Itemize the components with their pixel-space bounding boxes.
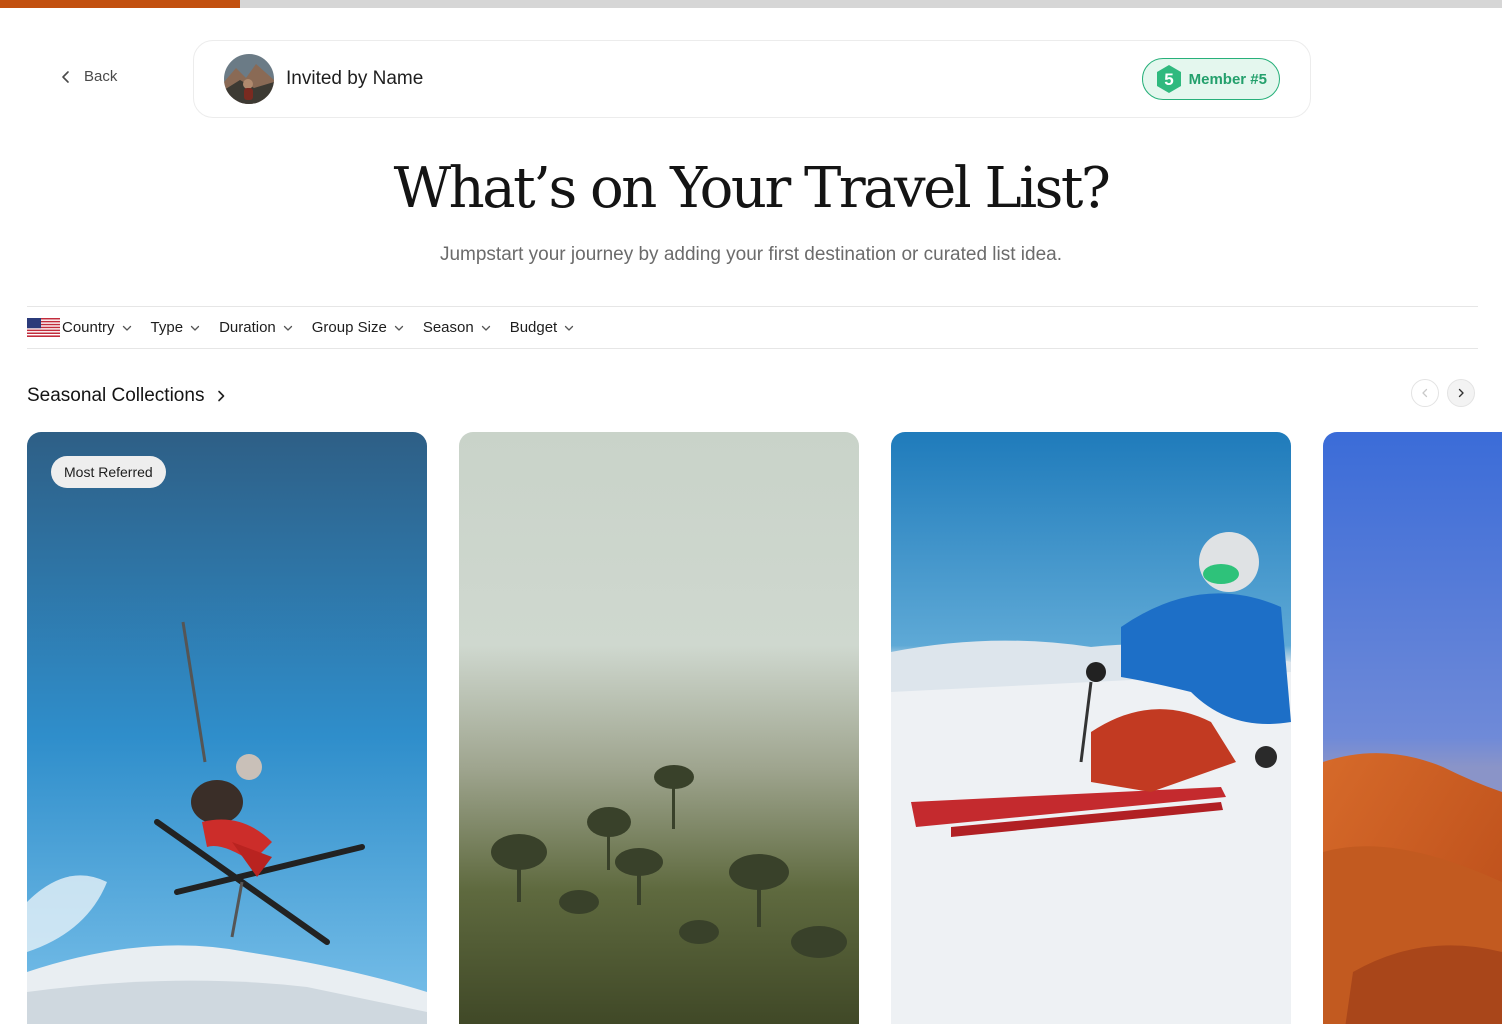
filter-bar: Country Type Duration Group Size Season … [27, 306, 1478, 349]
carousel-next-button[interactable] [1447, 379, 1475, 407]
collection-card[interactable] [1323, 432, 1502, 1024]
filter-type-label: Type [150, 319, 184, 336]
misty-forest-photo [459, 432, 859, 1024]
filter-country-label: Country [62, 319, 115, 336]
filter-budget[interactable]: Budget [510, 319, 576, 336]
section-title: Seasonal Collections [27, 385, 205, 406]
filter-group-size-label: Group Size [311, 319, 387, 336]
member-label: Member #5 [1188, 70, 1267, 88]
skier-slope-photo [891, 432, 1291, 1024]
chevron-down-icon [190, 325, 200, 331]
page-subtitle: Jumpstart your journey by adding your fi… [439, 244, 1063, 265]
chevron-down-icon [565, 325, 574, 331]
card-badge: Most Referred [51, 456, 166, 488]
filter-duration[interactable]: Duration [219, 319, 294, 336]
chevron-down-icon [394, 325, 403, 331]
chevron-left-icon [62, 70, 69, 83]
filter-budget-label: Budget [509, 319, 558, 336]
filter-season-label: Season [422, 319, 474, 336]
chevron-right-icon [1458, 388, 1464, 398]
filter-country[interactable]: Country [62, 319, 133, 336]
member-badge: 5 Member #5 [1141, 58, 1280, 100]
filter-season[interactable]: Season [423, 319, 492, 336]
chevron-down-icon [481, 325, 490, 331]
invite-card: Invited by Name 5 Member #5 [193, 40, 1311, 118]
back-label: Back [84, 68, 118, 85]
chevron-down-icon [283, 325, 292, 331]
ski-jump-photo [27, 432, 427, 1024]
invited-by-text: Invited by Name [286, 68, 424, 89]
avatar [224, 54, 274, 104]
filter-duration-label: Duration [219, 319, 276, 336]
chevron-down-icon [122, 325, 131, 331]
onboarding-progress-bar [0, 0, 1502, 8]
chevron-left-icon [1422, 388, 1428, 398]
collection-card[interactable] [459, 432, 859, 1024]
filter-group-size[interactable]: Group Size [312, 319, 405, 336]
chevron-right-icon [218, 390, 225, 402]
collection-card[interactable] [891, 432, 1291, 1024]
collection-card[interactable]: Most Referred [27, 432, 427, 1024]
progress-fill [0, 0, 241, 8]
member-number: 5 [1164, 70, 1173, 89]
carousel-prev-button[interactable] [1411, 379, 1439, 407]
us-flag-icon [27, 318, 60, 337]
seasonal-collections-link[interactable]: Seasonal Collections [27, 385, 228, 407]
filter-type[interactable]: Type [151, 319, 202, 336]
member-hexagon-icon: 5 [1156, 65, 1181, 93]
desert-dunes-photo [1323, 432, 1502, 1024]
page-title: What’s on Your Travel List? [393, 156, 1111, 221]
back-button[interactable]: Back [58, 68, 117, 85]
